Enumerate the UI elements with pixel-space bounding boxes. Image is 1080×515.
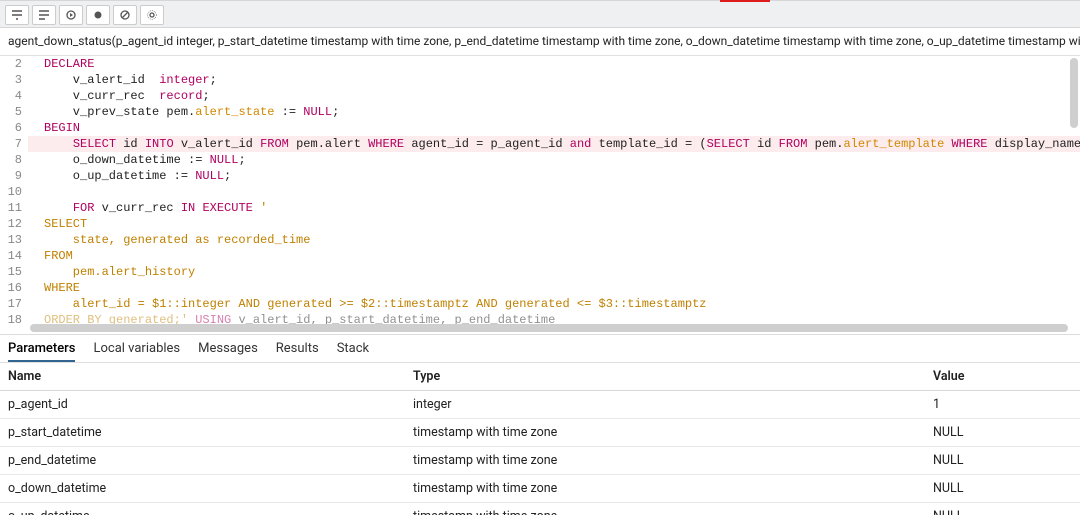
cell-name: o_down_datetime <box>0 475 405 503</box>
settings-icon <box>147 10 157 20</box>
line-number-gutter: 23456789101112131415161718 <box>0 56 28 334</box>
step-over-button[interactable] <box>32 5 56 25</box>
step-into-icon <box>11 10 23 20</box>
vertical-scrollbar[interactable] <box>1070 58 1078 128</box>
cell-name: p_start_datetime <box>0 419 405 447</box>
debugger-tabs: Parameters Local variables Messages Results… <box>0 335 1080 363</box>
tab-results[interactable]: Results <box>276 341 319 362</box>
settings-button[interactable] <box>140 5 164 25</box>
cell-type: timestamp with time zone <box>405 447 925 475</box>
play-icon <box>66 10 76 20</box>
record-icon <box>93 10 103 20</box>
record-button[interactable] <box>86 5 110 25</box>
col-header-type[interactable]: Type <box>405 363 925 391</box>
col-header-name[interactable]: Name <box>0 363 405 391</box>
table-row[interactable]: o_down_datetimetimestamp with time zoneN… <box>0 475 1080 503</box>
code-editor[interactable]: 23456789101112131415161718 DECLARE v_ale… <box>0 56 1080 335</box>
cell-value: NULL <box>925 475 1080 503</box>
tab-stack[interactable]: Stack <box>337 341 369 362</box>
code-content[interactable]: DECLARE v_alert_id integer; v_curr_rec r… <box>28 56 1080 334</box>
cell-type: timestamp with time zone <box>405 503 925 515</box>
table-row[interactable]: p_agent_idinteger1 <box>0 391 1080 419</box>
cell-name: p_agent_id <box>0 391 405 419</box>
step-into-button[interactable] <box>5 5 29 25</box>
cell-name: o_up_datetime <box>0 503 405 515</box>
horizontal-scrollbar[interactable] <box>30 324 1068 332</box>
cell-type: integer <box>405 391 925 419</box>
table-row[interactable]: p_end_datetimetimestamp with time zoneNU… <box>0 447 1080 475</box>
table-row[interactable]: p_start_datetimetimestamp with time zone… <box>0 419 1080 447</box>
tab-parameters[interactable]: Parameters <box>8 341 75 362</box>
tab-messages[interactable]: Messages <box>198 341 258 362</box>
cell-value: NULL <box>925 447 1080 475</box>
cell-type: timestamp with time zone <box>405 475 925 503</box>
stop-button[interactable] <box>113 5 137 25</box>
table-row[interactable]: o_up_datetimetimestamp with time zoneNUL… <box>0 503 1080 515</box>
step-over-icon <box>38 10 50 20</box>
cell-name: p_end_datetime <box>0 447 405 475</box>
col-header-value[interactable]: Value <box>925 363 1080 391</box>
tab-local-variables[interactable]: Local variables <box>93 341 180 362</box>
function-signature: agent_down_status(p_agent_id integer, p_… <box>0 28 1080 56</box>
cell-value: NULL <box>925 419 1080 447</box>
play-button[interactable] <box>59 5 83 25</box>
stop-icon <box>120 10 130 20</box>
cell-value: NULL <box>925 503 1080 515</box>
cell-type: timestamp with time zone <box>405 419 925 447</box>
cell-value: 1 <box>925 391 1080 419</box>
parameters-table: Name Type Value p_agent_idinteger1p_star… <box>0 363 1080 515</box>
debugger-toolbar <box>0 0 1080 28</box>
